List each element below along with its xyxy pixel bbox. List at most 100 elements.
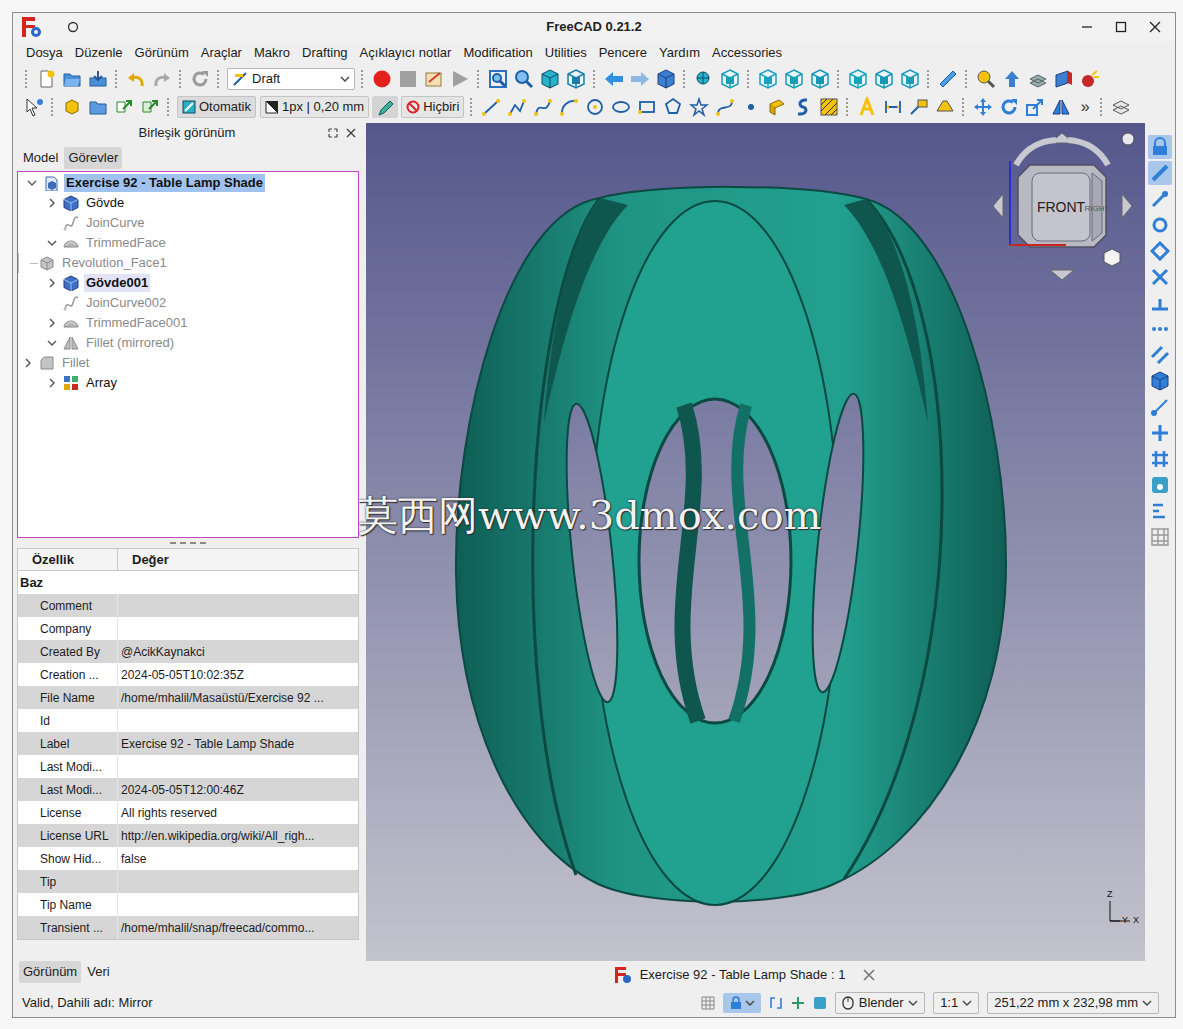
toolbar-grip[interactable] [25,70,29,88]
toolbar-button[interactable] [653,67,679,91]
property-value[interactable] [118,594,358,617]
toolbar-button[interactable] [1077,67,1103,91]
property-value[interactable]: 2024-05-05T10:02:35Z [118,663,358,686]
toolbar-grip[interactable] [837,70,841,88]
sketcher-tool-button[interactable] [1148,395,1172,419]
toolbar-button[interactable] [1022,95,1048,119]
dimension-button[interactable]: 251,22 mm x 232,98 mm [987,992,1159,1014]
toolbar-button[interactable] [973,67,999,91]
working-plane-button[interactable] [372,96,398,118]
property-value[interactable]: false [118,847,358,870]
property-row[interactable]: Transient .../home/mhalil/snap/freecad/c… [18,916,358,939]
toolbar-button[interactable] [871,67,897,91]
toolbar-button[interactable] [556,95,582,119]
toolbar-button[interactable] [807,67,833,91]
tree-expander[interactable] [18,353,38,373]
tree-row[interactable]: Revolution_Face1 [18,253,358,273]
toolbar-button[interactable] [717,67,743,91]
toolbar-button[interactable] [123,67,149,91]
close-tab-button[interactable] [861,967,877,983]
sketcher-tool-button[interactable] [1148,343,1172,367]
tree-row[interactable]: Fillet (mirrored) [18,333,358,353]
sketcher-tool-button[interactable] [1148,525,1172,549]
toolbar-button[interactable] [897,67,923,91]
snap-lock-button[interactable] [723,993,761,1013]
property-value[interactable]: http://en.wikipedia.org/wiki/All_righ... [118,824,358,847]
property-value[interactable]: Exercise 92 - Table Lamp Shade [118,732,358,755]
float-button[interactable] [327,127,339,139]
toolbar-grip[interactable] [51,98,55,116]
toolbar-button[interactable] [111,95,137,119]
toolbar-button[interactable] [369,67,395,91]
workbench-selector[interactable]: Draft [227,68,355,90]
property-row[interactable]: Tip [18,870,358,893]
toolbar-button[interactable] [738,95,764,119]
menu-item[interactable]: Düzenle [69,43,129,63]
property-row[interactable]: Tip Name [18,893,358,916]
navigation-style-button[interactable]: Blender [835,992,925,1014]
property-value[interactable]: 2024-05-05T12:00:46Z [118,778,358,801]
sketcher-tool-button[interactable] [1148,265,1172,289]
sketcher-tool-button[interactable] [1148,291,1172,315]
toolbar-button[interactable] [970,95,996,119]
toolbar-button[interactable] [85,95,111,119]
property-group[interactable]: Baz [18,571,358,594]
close-button[interactable] [1147,19,1163,35]
property-row[interactable]: Last Modi... [18,755,358,778]
property-row[interactable]: LicenseAll rights reserved [18,801,358,824]
toolbar-grip[interactable] [361,70,365,88]
tree-row[interactable]: Gövde001 [18,273,358,293]
toolbar-button[interactable] [478,95,504,119]
minimize-button[interactable] [1079,19,1095,35]
sketcher-tool-button[interactable] [1148,499,1172,523]
toolbar-button[interactable] [845,67,871,91]
sketcher-tool-button[interactable] [1148,317,1172,341]
menu-item[interactable]: Görünüm [129,43,195,63]
toolbar-button[interactable] [21,95,47,119]
tab[interactable]: Model [19,147,62,169]
tree-expander[interactable] [22,173,42,193]
sketcher-tool-button[interactable] [1148,421,1172,445]
sketcher-tool-button[interactable] [1148,161,1172,185]
sketcher-tool-button[interactable] [1148,213,1172,237]
toolbar-button[interactable] [395,67,421,91]
property-row[interactable]: Comment [18,594,358,617]
tree-expander[interactable] [42,333,62,353]
toolbar-grip[interactable] [217,70,221,88]
menu-item[interactable]: Utilities [539,43,593,63]
toolbar-grip[interactable] [167,98,171,116]
toolbar-button[interactable] [1108,95,1134,119]
property-value[interactable] [118,893,358,916]
toolbar-grip[interactable] [470,98,474,116]
toolbar-button[interactable] [537,67,563,91]
toolbar-button[interactable] [1051,67,1077,91]
sketcher-tool-button[interactable] [1148,447,1172,471]
toolbar-button[interactable] [137,95,163,119]
toolbar-grip[interactable] [846,98,850,116]
property-row[interactable]: Created By@AcikKaynakci [18,640,358,663]
toolbar-grip[interactable] [747,70,751,88]
property-row[interactable]: License URLhttp://en.wikipedia.org/wiki/… [18,824,358,847]
property-row[interactable]: Id [18,709,358,732]
toolbar-text-button[interactable]: Hiçbiri [401,96,464,118]
toolbar-button[interactable] [485,67,511,91]
toolbar-button[interactable] [530,95,556,119]
toolbar-grip[interactable] [115,70,119,88]
zoom-ratio-button[interactable]: 1:1 [933,992,979,1014]
tree-expander[interactable] [42,233,62,253]
toolbar-button[interactable] [582,95,608,119]
panel-splitter[interactable] [17,538,359,548]
column-header[interactable]: Özellik [18,549,118,570]
tab[interactable]: Görünüm [19,961,81,983]
property-row[interactable]: Last Modi...2024-05-05T12:00:46Z [18,778,358,801]
toolbar-grip[interactable] [965,70,969,88]
tab[interactable]: Görevler [64,147,122,169]
toolbar-button[interactable] [712,95,738,119]
property-value[interactable] [118,617,358,640]
toolbar-overflow-button[interactable]: » [1074,96,1096,118]
tree-row[interactable]: Exercise 92 - Table Lamp Shade [18,173,358,193]
property-value[interactable] [118,755,358,778]
tree-row[interactable]: Gövde [18,193,358,213]
toolbar-button[interactable] [691,67,717,91]
menu-item[interactable]: Dosya [20,43,69,63]
